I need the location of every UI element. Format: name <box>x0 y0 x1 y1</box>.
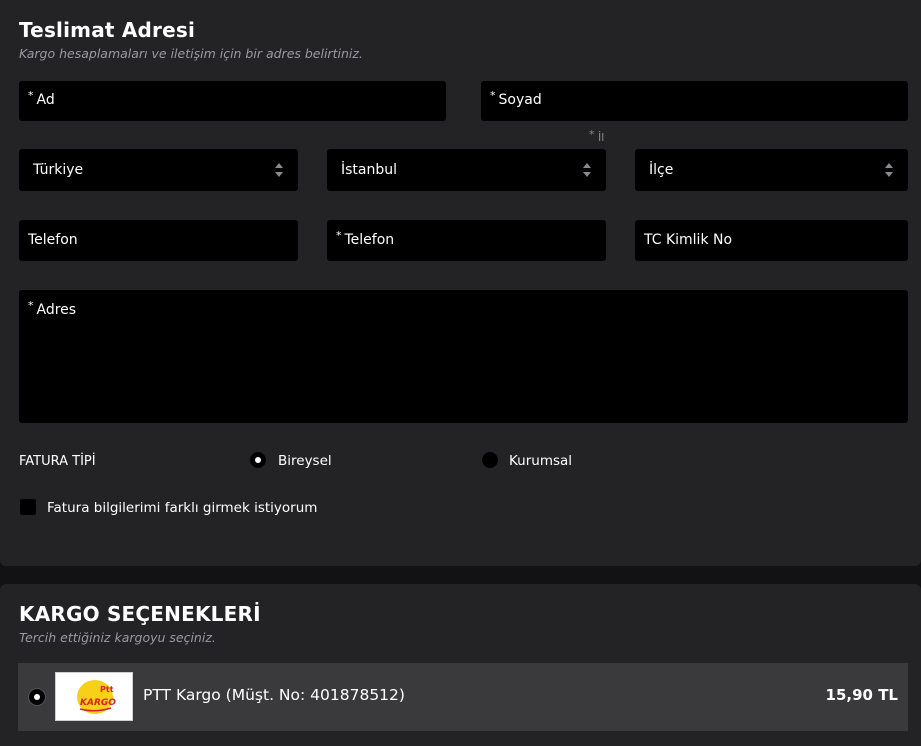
svg-text:Ptt: Ptt <box>100 685 114 694</box>
first-name-field[interactable]: * Ad <box>19 81 446 121</box>
invoice-corporate-radio[interactable] <box>482 452 498 468</box>
different-billing-label[interactable]: Fatura bilgilerimi farklı girmek istiyor… <box>47 500 317 516</box>
district-value: İlçe <box>649 162 674 178</box>
address-subtitle: Kargo hesaplamaları ve iletişim için bir… <box>19 46 363 61</box>
phone-field-1[interactable]: Telefon <box>19 220 298 261</box>
phone-2-placeholder: * Telefon <box>336 229 395 248</box>
phone-1-placeholder: Telefon <box>28 232 78 248</box>
country-value: Türkiye <box>33 162 84 178</box>
invoice-individual-label[interactable]: Bireysel <box>278 453 332 469</box>
cargo-option-price: 15,90 TL <box>825 686 898 704</box>
last-name-field[interactable]: * Soyad <box>481 81 908 121</box>
delivery-address-panel: Teslimat Adresi Kargo hesaplamaları ve i… <box>0 0 921 566</box>
address-placeholder: * Adres <box>28 299 77 318</box>
cargo-option-ptt[interactable]: Ptt KARGO PTT Kargo (Müşt. No: 401878512… <box>18 663 908 731</box>
ptt-kargo-logo: Ptt KARGO <box>55 672 133 721</box>
invoice-individual-radio[interactable] <box>250 452 266 468</box>
first-name-placeholder: * Ad <box>28 89 55 108</box>
ptt-logo-icon: Ptt KARGO <box>77 680 116 714</box>
select-arrows-icon <box>885 163 894 177</box>
cargo-title: KARGO SEÇENEKLERİ <box>19 602 261 626</box>
cargo-option-name: PTT Kargo (Müşt. No: 401878512) <box>143 686 405 704</box>
district-select[interactable]: İlçe <box>635 149 908 191</box>
select-arrows-icon <box>275 163 284 177</box>
cargo-option-radio[interactable] <box>29 689 45 705</box>
address-title: Teslimat Adresi <box>19 18 196 42</box>
invoice-type-label: FATURA TİPİ <box>19 454 96 469</box>
tc-id-placeholder: TC Kimlik No <box>644 232 733 248</box>
tc-id-field[interactable]: TC Kimlik No <box>635 220 908 261</box>
cargo-options-panel: KARGO SEÇENEKLERİ Tercih ettiğiniz kargo… <box>0 584 921 746</box>
city-label: * İl <box>589 128 605 144</box>
last-name-placeholder: * Soyad <box>490 89 542 108</box>
address-textarea[interactable]: * Adres <box>19 290 908 423</box>
country-select[interactable]: Türkiye <box>19 149 298 191</box>
invoice-corporate-label[interactable]: Kurumsal <box>509 453 572 469</box>
city-value: İstanbul <box>341 162 398 178</box>
phone-field-2[interactable]: * Telefon <box>327 220 606 261</box>
different-billing-checkbox[interactable] <box>20 499 36 515</box>
cargo-subtitle: Tercih ettiğiniz kargoyu seçiniz. <box>19 630 216 645</box>
select-arrows-icon <box>583 163 592 177</box>
city-select[interactable]: İstanbul <box>327 149 606 191</box>
svg-text:KARGO: KARGO <box>80 698 116 708</box>
